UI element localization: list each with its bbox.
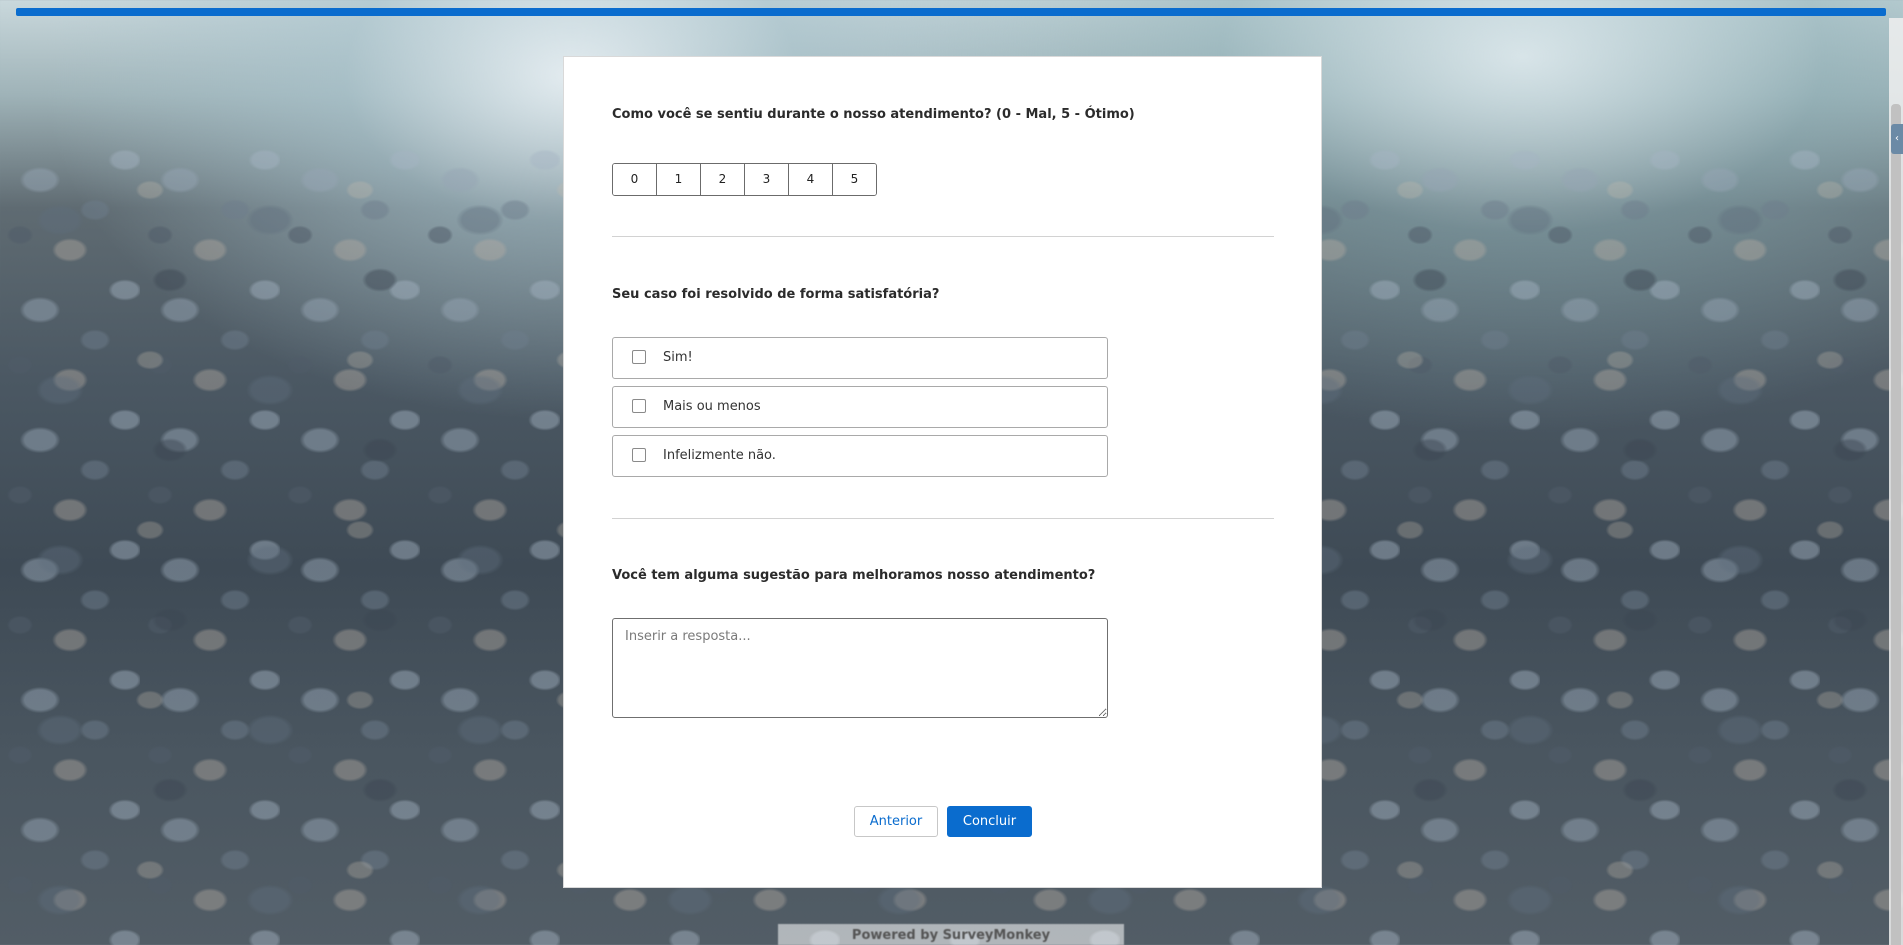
rating-option-0[interactable]: 0	[613, 164, 657, 195]
rating-option-1[interactable]: 1	[657, 164, 701, 195]
suggestion-textarea[interactable]	[612, 618, 1108, 718]
question-resolved-title: Seu caso foi resolvido de forma satisfat…	[612, 287, 940, 302]
finish-button[interactable]: Concluir	[947, 806, 1032, 837]
rating-option-2[interactable]: 2	[701, 164, 745, 195]
progress-bar	[16, 8, 1886, 16]
option-label: Infelizmente não.	[663, 448, 776, 463]
question-rating-title: Como você se sentiu durante o nosso aten…	[612, 107, 1135, 122]
rating-option-3[interactable]: 3	[745, 164, 789, 195]
section-divider	[612, 518, 1274, 519]
rating-option-4[interactable]: 4	[789, 164, 833, 195]
scrollbar-thumb[interactable]	[1891, 104, 1901, 945]
page-scrollbar[interactable]	[1889, 18, 1903, 945]
survey-card: Como você se sentiu durante o nosso aten…	[563, 56, 1322, 888]
checkbox[interactable]	[632, 350, 646, 364]
option-mais-ou-menos[interactable]: Mais ou menos	[612, 386, 1108, 428]
previous-button[interactable]: Anterior	[854, 806, 938, 837]
option-label: Sim!	[663, 350, 693, 365]
powered-by-badge[interactable]: Powered by SurveyMonkey	[778, 924, 1124, 945]
question-suggestion-title: Você tem alguma sugestão para melhoramos…	[612, 568, 1096, 583]
rating-option-5[interactable]: 5	[833, 164, 876, 195]
option-sim[interactable]: Sim!	[612, 337, 1108, 379]
option-infelizmente-nao[interactable]: Infelizmente não.	[612, 435, 1108, 477]
checkbox[interactable]	[632, 448, 646, 462]
side-collapse-tab[interactable]: ‹	[1891, 124, 1903, 154]
checkbox[interactable]	[632, 399, 646, 413]
section-divider	[612, 236, 1274, 237]
chevron-left-icon: ‹	[1895, 133, 1899, 144]
rating-scale: 0 1 2 3 4 5	[612, 163, 877, 196]
option-label: Mais ou menos	[663, 399, 761, 414]
